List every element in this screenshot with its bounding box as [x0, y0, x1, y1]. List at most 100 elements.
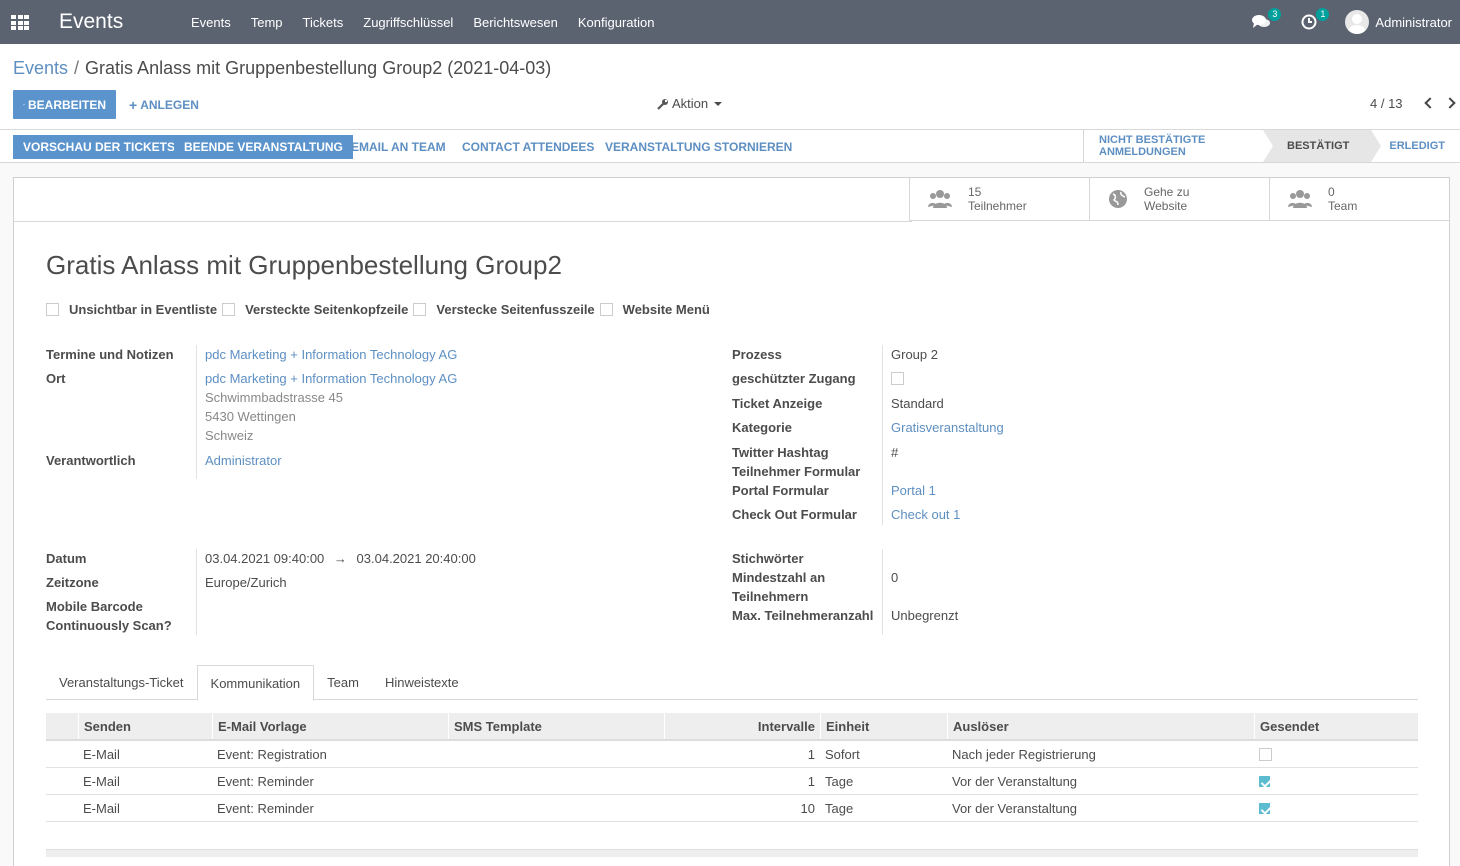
menu-item-berichtswesen[interactable]: Berichtswesen — [463, 15, 568, 30]
edit-button[interactable]: BEARBEITEN — [13, 90, 116, 119]
wrench-icon — [657, 98, 668, 110]
notebook-tabs: Veranstaltungs-Ticket Kommunikation Team… — [46, 665, 1418, 701]
right-group-divider — [882, 345, 883, 525]
header-intervalle[interactable]: Intervalle — [664, 713, 820, 739]
cell-senden: E-Mail — [83, 800, 120, 816]
tab-team[interactable]: Team — [314, 665, 372, 700]
table-row[interactable]: E-Mail Event: Reminder 1 Tage Vor der Ve… — [46, 768, 1418, 795]
stage-confirmed[interactable]: BESTÄTIGT — [1263, 130, 1382, 162]
cell-sms — [448, 741, 664, 767]
barcode-label-line2: Continuously Scan? — [46, 618, 172, 633]
checkbox-gesendet[interactable] — [1259, 747, 1272, 761]
header-gesendet[interactable]: Gesendet — [1254, 713, 1418, 739]
tab-hinweistexte[interactable]: Hinweistexte — [372, 665, 472, 700]
table-row[interactable]: E-Mail Event: Registration 1 Sofort Nach… — [46, 741, 1418, 768]
checkbox-gesendet[interactable] — [1259, 775, 1270, 787]
preview-tickets-button[interactable]: VORSCHAU DER TICKETS — [13, 135, 186, 159]
sheet-divider — [14, 221, 912, 222]
checkbox-website-menu[interactable] — [599, 303, 613, 316]
website-stat-button[interactable]: Gehe zu Website — [1089, 178, 1269, 221]
left-group2-divider — [196, 549, 197, 635]
header-handle — [46, 713, 78, 739]
cell-einheit: Tage — [825, 773, 854, 789]
users-icon — [1288, 190, 1312, 208]
checkbox-hide-footer[interactable] — [413, 303, 427, 316]
menu-item-events[interactable]: Events — [181, 15, 241, 30]
mindest-label-line1: Mindestzahl an — [732, 570, 826, 585]
stage-unconfirmed[interactable]: NICHT BESTÄTIGTE ANMELDUNGEN — [1084, 130, 1263, 162]
checkbox-gesendet[interactable] — [1259, 802, 1270, 814]
cell-sms — [448, 795, 664, 821]
portal-value[interactable]: Portal 1 — [891, 481, 936, 500]
team-stat-button[interactable]: 0 Team — [1269, 178, 1449, 221]
datum-start: 03.04.2021 09:40:00 — [205, 551, 325, 566]
ort-city: 5430 Wettingen — [205, 409, 296, 424]
arrow-right-icon: → — [333, 551, 347, 566]
create-button[interactable]: + ANLEGEN — [129, 90, 199, 119]
checkbox-protected-access[interactable] — [891, 372, 904, 385]
checkbox-invisible-in-list[interactable] — [46, 303, 59, 316]
table-row[interactable]: E-Mail Event: Reminder 10 Tage Vor der V… — [46, 795, 1418, 822]
cell-intervall: 1 — [807, 746, 815, 762]
table-footer — [46, 849, 1418, 857]
breadcrumb-separator: / — [74, 58, 80, 78]
datum-value: 03.04.2021 09:40:00 → 03.04.2021 20:40:0… — [205, 549, 476, 568]
pager-next-button[interactable] — [1444, 94, 1460, 112]
breadcrumb: Events / Gratis Anlass mit Gruppenbestellu… — [13, 58, 551, 79]
menu-item-zugriffschluessel[interactable]: Zugriffschlüssel — [353, 15, 463, 30]
users-icon — [928, 190, 952, 208]
app-brand: Events — [59, 10, 124, 33]
cell-ausloeser: Nach jeder Registrierung — [952, 746, 1096, 762]
checkbox-hide-header[interactable] — [222, 303, 236, 316]
header-ausloeser[interactable]: Auslöser — [947, 713, 1254, 739]
attendees-stat-button[interactable]: 15 Teilnehmer — [909, 178, 1089, 221]
contact-attendees-button[interactable]: CONTACT ATTENDEES — [462, 135, 594, 159]
tab-kommunikation[interactable]: Kommunikation — [196, 665, 315, 701]
termine-label: Termine und Notizen — [46, 347, 174, 362]
stage-done[interactable]: ERLEDIGT — [1371, 130, 1460, 162]
verantwortlich-value[interactable]: Administrator — [205, 451, 282, 470]
action-label: Aktion — [672, 96, 709, 111]
stichwoerter-label: Stichwörter — [732, 551, 804, 566]
header-senden[interactable]: Senden — [78, 713, 212, 739]
finish-event-button[interactable]: BEENDE VERANSTALTUNG — [174, 135, 353, 159]
communication-table: Senden E-Mail Vorlage SMS Template Inter… — [46, 713, 1418, 822]
website-stat-label: Website — [1144, 199, 1188, 213]
pager-previous-button[interactable] — [1420, 94, 1436, 112]
attendees-stat-label: Teilnehmer — [968, 199, 1027, 213]
header-vorlage[interactable]: E-Mail Vorlage — [212, 713, 448, 739]
activity-clock-icon[interactable]: 1 — [1297, 8, 1330, 32]
menu-item-tickets[interactable]: Tickets — [293, 15, 354, 30]
barcode-label-line1: Mobile Barcode — [46, 599, 143, 614]
cell-einheit: Tage — [825, 800, 854, 816]
hashtag-label: Twitter Hashtag — [732, 445, 829, 460]
ort-label: Ort — [46, 371, 66, 386]
teilnehmer-formular-label: Teilnehmer Formular — [732, 464, 861, 479]
tab-veranstaltungs-ticket[interactable]: Veranstaltungs-Ticket — [46, 665, 197, 700]
datum-end: 03.04.2021 20:40:00 — [356, 551, 476, 566]
header-sms[interactable]: SMS Template — [448, 713, 664, 739]
pager-value[interactable]: 4 / 13 — [1370, 96, 1403, 111]
user-name: Administrator — [1375, 14, 1452, 30]
menu-item-temp[interactable]: Temp — [241, 15, 293, 30]
ort-country: Schweiz — [205, 428, 254, 443]
pencil-icon — [23, 103, 25, 106]
chat-icon[interactable]: 3 — [1249, 8, 1282, 32]
apps-menu-icon[interactable] — [0, 0, 40, 44]
chevron-right-icon — [1444, 97, 1456, 109]
menu-item-konfiguration[interactable]: Konfiguration — [568, 15, 665, 30]
email-team-button[interactable]: EMAIL AN TEAM — [351, 135, 446, 159]
attendees-count: 15 — [968, 185, 982, 199]
zugang-label: geschützter Zugang — [732, 371, 856, 386]
header-einheit[interactable]: Einheit — [820, 713, 947, 739]
action-dropdown[interactable]: Aktion — [657, 96, 723, 111]
form-sheet: 15 Teilnehmer Gehe zu Website 0 Team Gratis… — [13, 177, 1450, 866]
ort-name[interactable]: pdc Marketing + Information Technology A… — [205, 369, 457, 388]
cancel-event-button[interactable]: VERANSTALTUNG STORNIEREN — [605, 135, 792, 159]
status-bar: VORSCHAU DER TICKETS BEENDE VERANSTALTUN… — [0, 130, 1460, 163]
breadcrumb-events-link[interactable]: Events — [13, 58, 68, 78]
termine-value[interactable]: pdc Marketing + Information Technology A… — [205, 345, 457, 364]
user-menu[interactable]: Administrator — [1345, 10, 1460, 34]
checkout-value[interactable]: Check out 1 — [891, 505, 960, 524]
kategorie-value[interactable]: Gratisveranstaltung — [891, 418, 1004, 437]
